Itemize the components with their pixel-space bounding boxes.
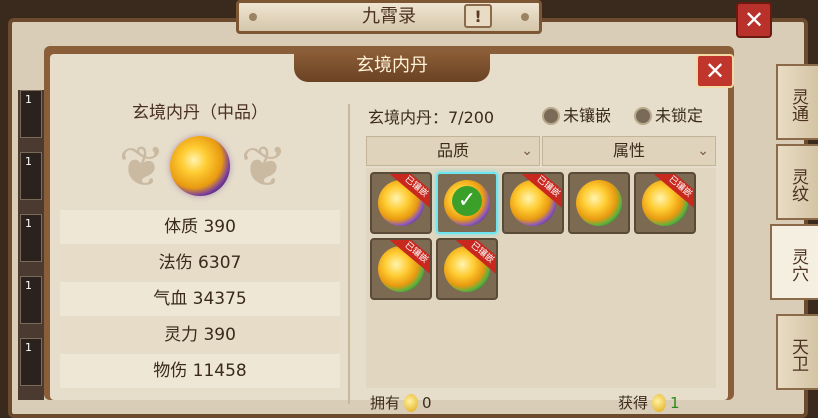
background-title: 九霄录 bbox=[362, 6, 416, 27]
background-left-strip: 1 1 1 1 1 bbox=[18, 90, 44, 400]
gem-grid: 已镶嵌 ✓ 已镶嵌 已镶嵌 已镶嵌 已镶嵌 bbox=[366, 168, 716, 388]
left-slot[interactable]: 1 bbox=[20, 338, 42, 386]
gem-slot[interactable]: 已镶嵌 bbox=[436, 238, 498, 300]
left-slot[interactable]: 1 bbox=[20, 276, 42, 324]
attribute-filter-dropdown[interactable]: 属性 ⌄ bbox=[542, 136, 716, 166]
stat-row: 法伤 6307 bbox=[60, 246, 340, 280]
tab-lingtong[interactable]: 灵通 bbox=[776, 64, 818, 140]
stat-row: 体质 390 bbox=[60, 210, 340, 244]
gem-slot[interactable] bbox=[568, 172, 630, 234]
neidan-orb-icon bbox=[170, 136, 230, 196]
checkmark-icon: ✓ bbox=[452, 186, 482, 216]
stat-row: 气血 34375 bbox=[60, 282, 340, 316]
dialog-body: 玄境内丹 ✕ 玄境内丹（中品） ❦ ❦ 体质 390 法伤 6307 气血 34… bbox=[50, 52, 734, 412]
ornament-dot bbox=[249, 13, 257, 21]
radio-circle-icon bbox=[542, 107, 560, 125]
radio-circle-icon bbox=[634, 107, 652, 125]
left-slot[interactable]: 1 bbox=[20, 214, 42, 262]
item-name: 玄境内丹（中品） bbox=[132, 103, 268, 123]
dialog-close-button[interactable]: ✕ bbox=[696, 54, 734, 88]
gem-slot[interactable]: 已镶嵌 bbox=[634, 172, 696, 234]
unembedded-radio[interactable]: 未镶嵌 bbox=[542, 102, 611, 126]
coin-icon bbox=[404, 394, 419, 412]
gem-slot[interactable]: 已镶嵌 bbox=[370, 172, 432, 234]
tab-lingwen[interactable]: 灵纹 bbox=[776, 144, 818, 220]
gem-slot[interactable]: 已镶嵌 bbox=[502, 172, 564, 234]
dragon-ornament-icon: ❦ bbox=[240, 135, 288, 200]
stat-row: 物伤 11458 bbox=[60, 354, 340, 388]
gain-count: 获得 1 bbox=[618, 394, 680, 412]
background-close-button[interactable]: ✕ bbox=[736, 2, 772, 38]
own-count: 拥有 0 bbox=[370, 394, 432, 412]
stat-row: 灵力 390 bbox=[60, 318, 340, 352]
dialog-title: 玄境内丹 bbox=[294, 52, 490, 82]
chevron-down-icon: ⌄ bbox=[697, 143, 709, 159]
coin-icon bbox=[652, 394, 667, 412]
background-title-plate: 九霄录 bbox=[236, 0, 542, 34]
panel-divider bbox=[348, 104, 350, 404]
ornament-dot bbox=[521, 13, 529, 21]
chevron-down-icon: ⌄ bbox=[521, 143, 533, 159]
unlocked-radio[interactable]: 未锁定 bbox=[634, 102, 703, 126]
item-detail-panel: 玄境内丹（中品） ❦ ❦ 体质 390 法伤 6307 气血 34375 灵力 … bbox=[60, 88, 340, 400]
gem-slot-selected[interactable]: ✓ bbox=[436, 172, 498, 234]
neidan-dialog: 玄境内丹 ✕ 玄境内丹（中品） ❦ ❦ 体质 390 法伤 6307 气血 34… bbox=[44, 46, 734, 412]
tab-lingxue[interactable]: 灵穴 bbox=[770, 224, 818, 300]
help-button[interactable]: ! bbox=[464, 4, 492, 28]
gem-slot[interactable]: 已镶嵌 bbox=[370, 238, 432, 300]
tab-tianwei[interactable]: 天卫 bbox=[776, 314, 818, 390]
neidan-orb-icon bbox=[576, 180, 622, 226]
left-slot[interactable]: 1 bbox=[20, 152, 42, 200]
left-slot[interactable]: 1 bbox=[20, 90, 42, 138]
neidan-count: 玄境内丹：7/200 bbox=[368, 108, 495, 127]
quality-filter-dropdown[interactable]: 品质 ⌄ bbox=[366, 136, 540, 166]
